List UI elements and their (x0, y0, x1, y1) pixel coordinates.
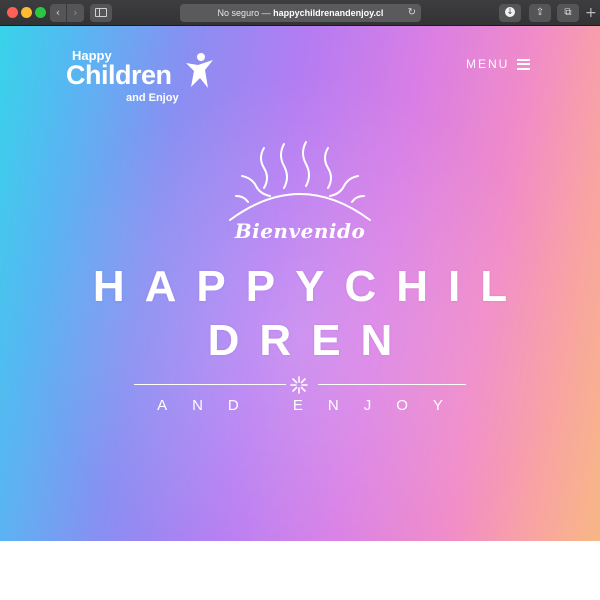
back-icon[interactable]: ‹ (50, 4, 67, 22)
zoom-window-button[interactable] (35, 7, 46, 18)
hero-title-line-1: HAPPYCHIL (92, 262, 528, 311)
sidebar-icon[interactable] (90, 4, 112, 22)
divider-left (134, 384, 286, 385)
menu-button[interactable]: MENU (466, 57, 531, 71)
hamburger-icon (517, 58, 531, 70)
url-domain: happychildrenandenjoy.cl (273, 8, 384, 18)
menu-label: MENU (466, 57, 510, 71)
new-tab-button[interactable]: + (585, 4, 599, 22)
tabs-icon[interactable]: ⧉ (557, 4, 579, 22)
share-icon[interactable]: ⇪ (529, 4, 551, 22)
site-logo[interactable]: Happy Children and Enjoy (66, 48, 216, 110)
download-icon[interactable]: ↓ (499, 4, 521, 22)
forward-icon[interactable]: › (67, 4, 84, 22)
close-window-button[interactable] (7, 7, 18, 18)
welcome-heading: Bienvenido (234, 219, 366, 243)
browser-toolbar: ‹ › No seguro — happychildrenandenjoy.cl… (0, 0, 600, 26)
history-nav: ‹ › (50, 4, 84, 22)
reload-icon[interactable]: ↻ (408, 4, 416, 22)
url-security-label: No seguro — (217, 8, 274, 18)
hero-title-line-2: DREN (207, 316, 413, 365)
star-person-icon (186, 53, 213, 88)
hero-subtitle: AND ENJOY (157, 397, 468, 414)
address-bar[interactable]: No seguro — happychildrenandenjoy.cl ↻ (180, 4, 421, 22)
scalloped-edge (0, 538, 600, 546)
snowflake-icon (290, 376, 308, 394)
sun-icon (229, 141, 371, 221)
logo-children-text: Children (66, 60, 172, 90)
minimize-window-button[interactable] (21, 7, 32, 18)
divider-right (318, 384, 466, 385)
logo-and-enjoy-text: and Enjoy (126, 92, 179, 104)
